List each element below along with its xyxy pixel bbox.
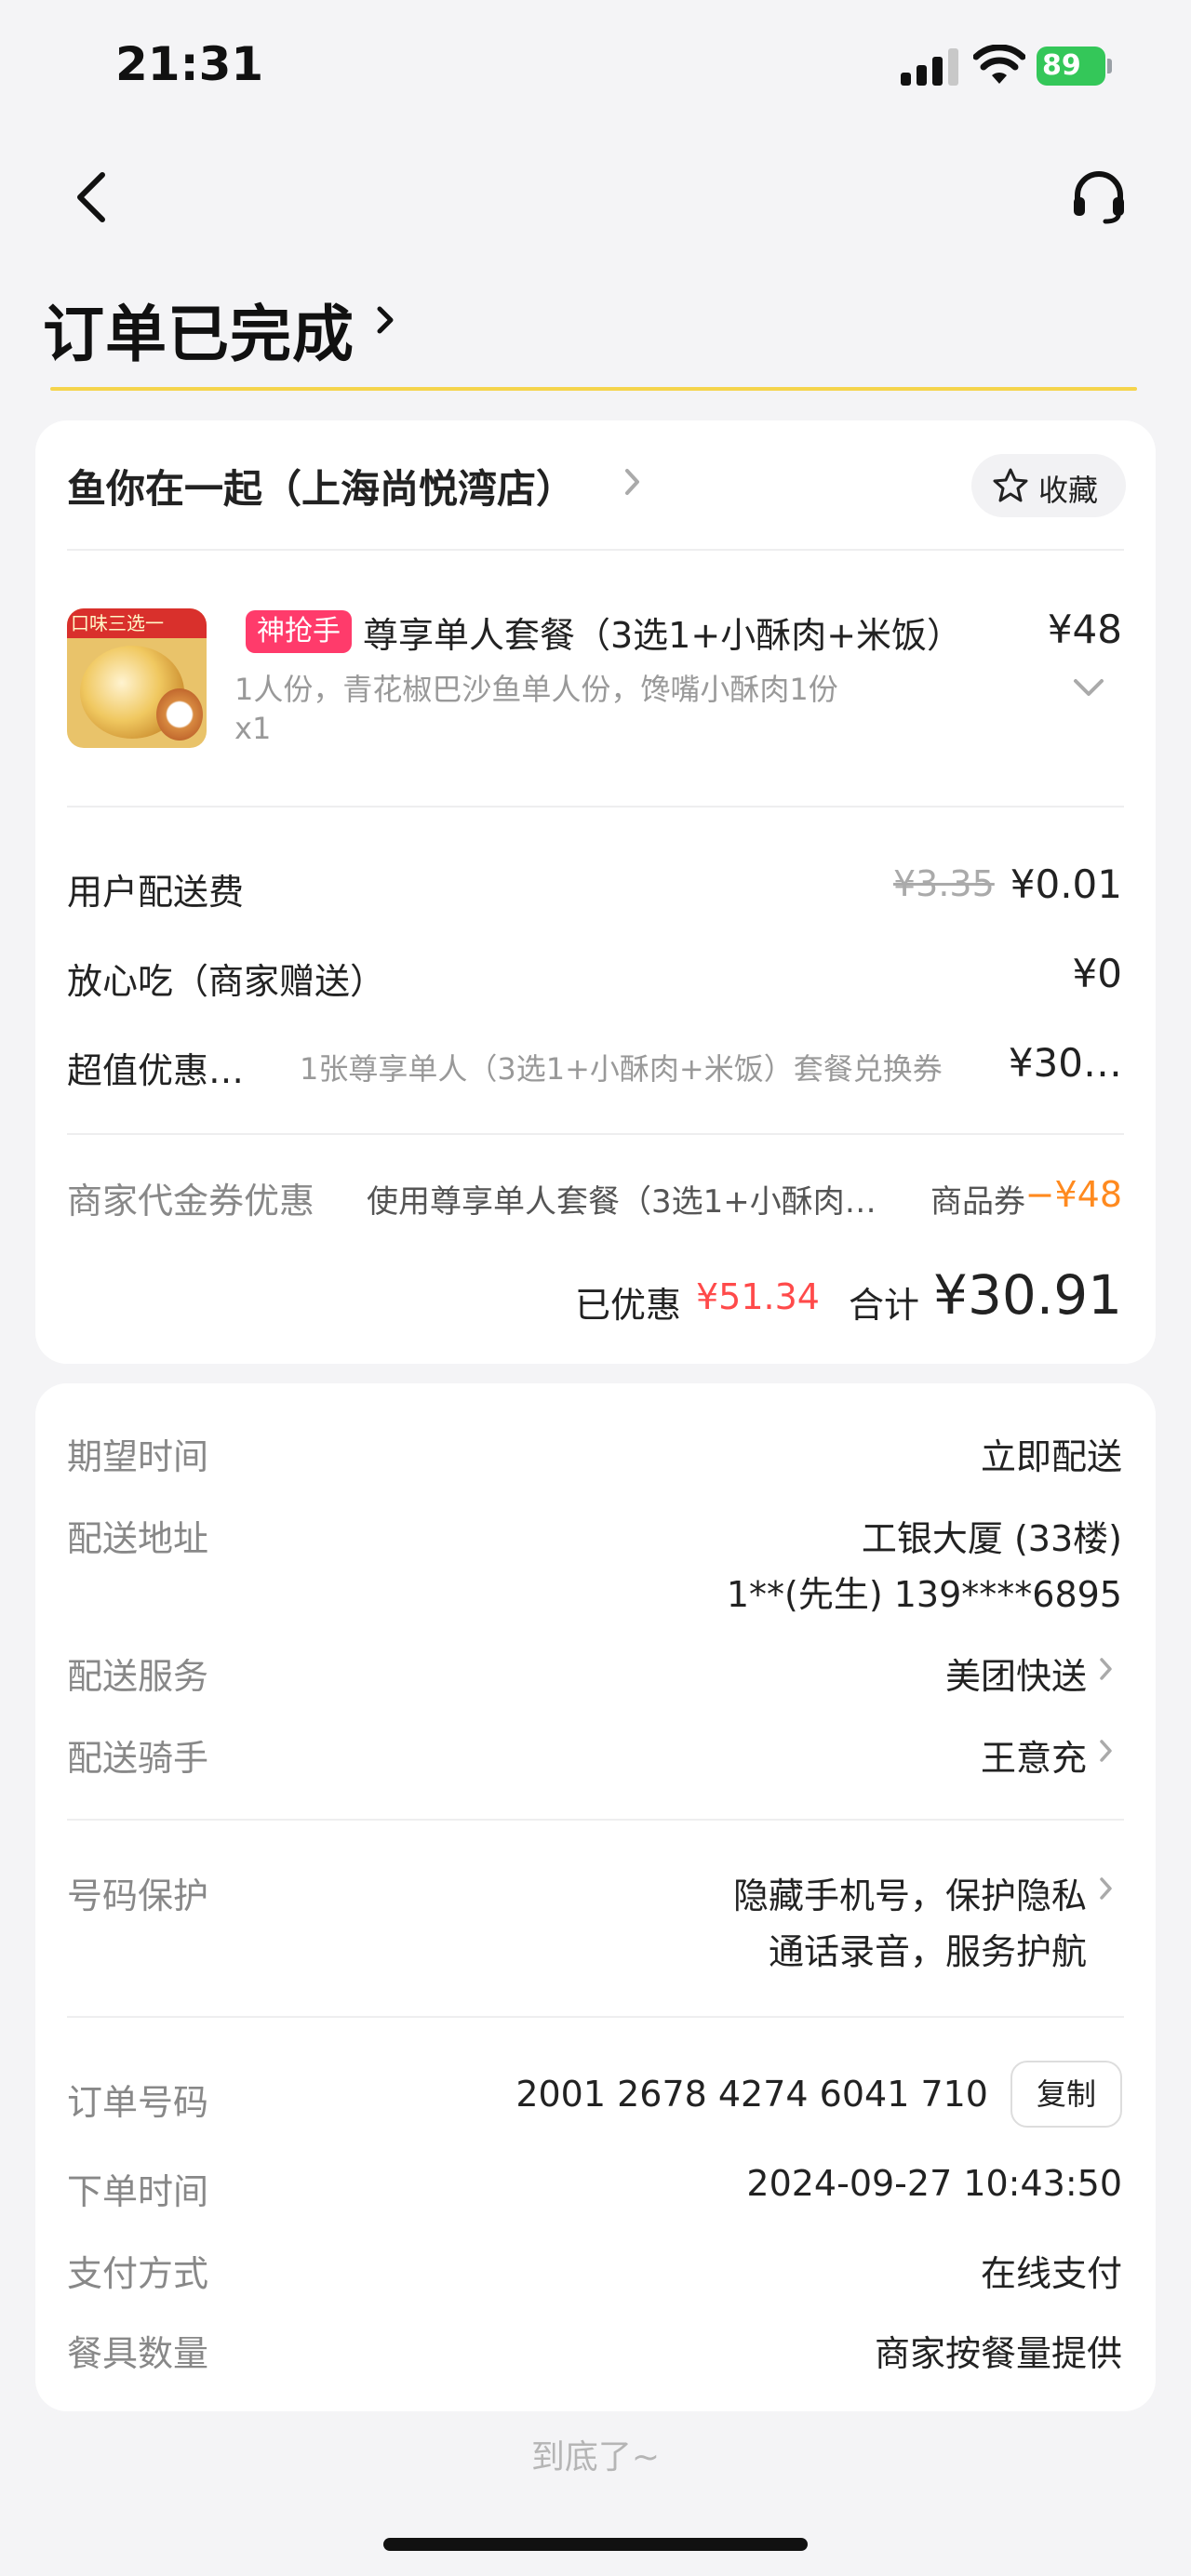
merchant-coupon-description: 使用尊享单人套餐（3选1+小酥肉+米饭）: [367, 1183, 888, 1221]
service-chevron-right-icon[interactable]: [1098, 1655, 1115, 1683]
title-underline: [50, 387, 1137, 391]
copy-order-number-button[interactable]: 复制: [1010, 2061, 1122, 2128]
battery-level: 89: [1037, 47, 1105, 86]
safe-eat-label: 放心吃（商家赠送）: [67, 961, 386, 1002]
food-item-image[interactable]: 口味三选一: [67, 608, 207, 748]
delivery-fee-value: ¥0.01: [1010, 861, 1122, 907]
hot-deal-badge: 神抢手: [246, 610, 352, 653]
store-chevron-right-icon[interactable]: [623, 465, 642, 499]
privacy-label: 号码保护: [67, 1875, 209, 1916]
payment-value: 在线支付: [980, 2253, 1122, 2294]
divider: [67, 806, 1124, 808]
delivery-fee-original: ¥3.35: [893, 863, 995, 904]
status-bar: 21:31 89: [0, 0, 1191, 130]
page-title[interactable]: 订单已完成: [43, 285, 355, 374]
divider: [67, 1819, 1124, 1821]
divider: [67, 1133, 1124, 1135]
delivery-service-label: 配送服务: [67, 1656, 209, 1697]
order-info-card: 期望时间 立即配送 配送地址 工银大厦 (33楼) 1**(先生) 139***…: [35, 1383, 1156, 2411]
address-label: 配送地址: [67, 1518, 209, 1559]
saved-label: 已优惠: [575, 1285, 682, 1326]
merchant-coupon-type: 商品券: [930, 1183, 1025, 1221]
customer-service-headset-icon[interactable]: [1070, 169, 1128, 225]
title-chevron-right-icon[interactable]: [374, 300, 398, 340]
end-of-list-text: 到底了~: [530, 2438, 661, 2476]
chevron-down-icon[interactable]: [1072, 677, 1105, 698]
utensils-value: 商家按餐量提供: [874, 2333, 1122, 2374]
super-deal-description: 1张尊享单人（3选1+小酥肉+米饭）套餐兑换券: [300, 1051, 943, 1087]
expected-time-label: 期望时间: [67, 1436, 209, 1477]
total-amount: ¥30.91: [933, 1263, 1122, 1327]
address-line1: 工银大厦 (33楼): [861, 1518, 1122, 1559]
item-price: ¥48: [1047, 607, 1122, 652]
battery-icon: 89: [1037, 47, 1113, 86]
order-time-label: 下单时间: [67, 2171, 209, 2212]
super-deal-value: ¥30…: [1008, 1040, 1122, 1086]
divider: [67, 2016, 1124, 2018]
rider-label: 配送骑手: [67, 1738, 209, 1779]
address-line2: 1**(先生) 139****6895: [726, 1574, 1122, 1615]
image-banner: 口味三选一: [67, 608, 207, 638]
store-order-card: 鱼你在一起（上海尚悦湾店） 收藏 口味三选一 神抢手 尊享单人套餐（3选1+小酥…: [35, 420, 1156, 1364]
super-deal-label: 超值优惠…: [67, 1050, 245, 1091]
store-name[interactable]: 鱼你在一起（上海尚悦湾店）: [67, 458, 575, 514]
divider: [67, 549, 1124, 551]
delivery-fee-label: 用户配送费: [67, 872, 245, 913]
order-time-value: 2024-09-27 10:43:50: [746, 2163, 1122, 2204]
wifi-icon: [973, 45, 1025, 84]
order-number-label: 订单号码: [67, 2082, 209, 2123]
delivery-service-value[interactable]: 美团快送: [945, 1648, 1087, 1699]
rider-value[interactable]: 王意充: [981, 1729, 1087, 1781]
expected-time-value: 立即配送: [980, 1436, 1122, 1477]
rider-chevron-right-icon[interactable]: [1098, 1737, 1115, 1765]
merchant-coupon-label: 商家代金券优惠: [67, 1181, 315, 1221]
utensils-label: 餐具数量: [67, 2333, 209, 2374]
total-label: 合计: [849, 1285, 920, 1326]
safe-eat-value: ¥0: [1072, 951, 1122, 996]
favorite-label: 收藏: [1038, 473, 1099, 508]
status-time: 21:31: [115, 37, 264, 91]
item-name[interactable]: 尊享单人套餐（3选1+小酥肉+米饭）: [363, 607, 1014, 658]
home-indicator[interactable]: [383, 2538, 808, 2551]
order-number-value: 2001 2678 4274 6041 710: [515, 2074, 988, 2115]
merchant-coupon-amount: −¥48: [1024, 1174, 1122, 1215]
saved-amount: ¥51.34: [696, 1276, 820, 1317]
favorite-button[interactable]: 收藏: [971, 454, 1126, 517]
payment-label: 支付方式: [67, 2253, 209, 2294]
privacy-line2: 通话录音，服务护航: [768, 1931, 1087, 1972]
star-icon: [993, 468, 1028, 502]
privacy-line1[interactable]: 隐藏手机号，保护隐私: [733, 1867, 1087, 1918]
item-description: 1人份，青花椒巴沙鱼单人份，馋嘴小酥肉1份: [234, 672, 838, 707]
item-quantity: x1: [234, 711, 272, 746]
back-arrow-icon[interactable]: [69, 167, 115, 227]
privacy-chevron-right-icon[interactable]: [1098, 1875, 1115, 1902]
cellular-signal-icon: [901, 48, 958, 86]
